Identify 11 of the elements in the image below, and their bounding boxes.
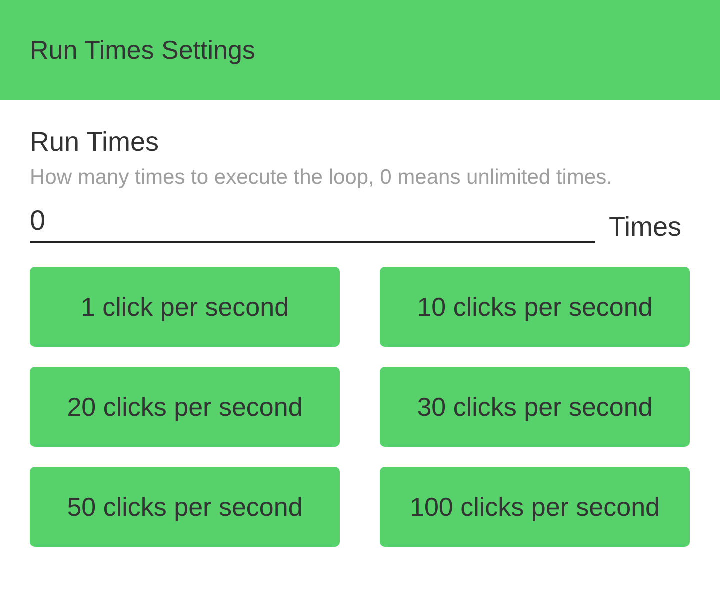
speed-button[interactable]: 1 click per second [30,267,340,347]
speed-button[interactable]: 50 clicks per second [30,467,340,547]
speed-button[interactable]: 20 clicks per second [30,367,340,447]
speed-button[interactable]: 30 clicks per second [380,367,690,447]
run-times-field[interactable]: 0 [30,203,595,243]
speed-button[interactable]: 10 clicks per second [380,267,690,347]
setting-description: How many times to execute the loop, 0 means unlimited times. [30,165,614,191]
unit-label: Times [609,211,682,243]
setting-title: Run Times [30,126,160,158]
screen-title: Run Times Settings [30,34,256,66]
speed-button[interactable]: 100 clicks per second [380,467,690,547]
